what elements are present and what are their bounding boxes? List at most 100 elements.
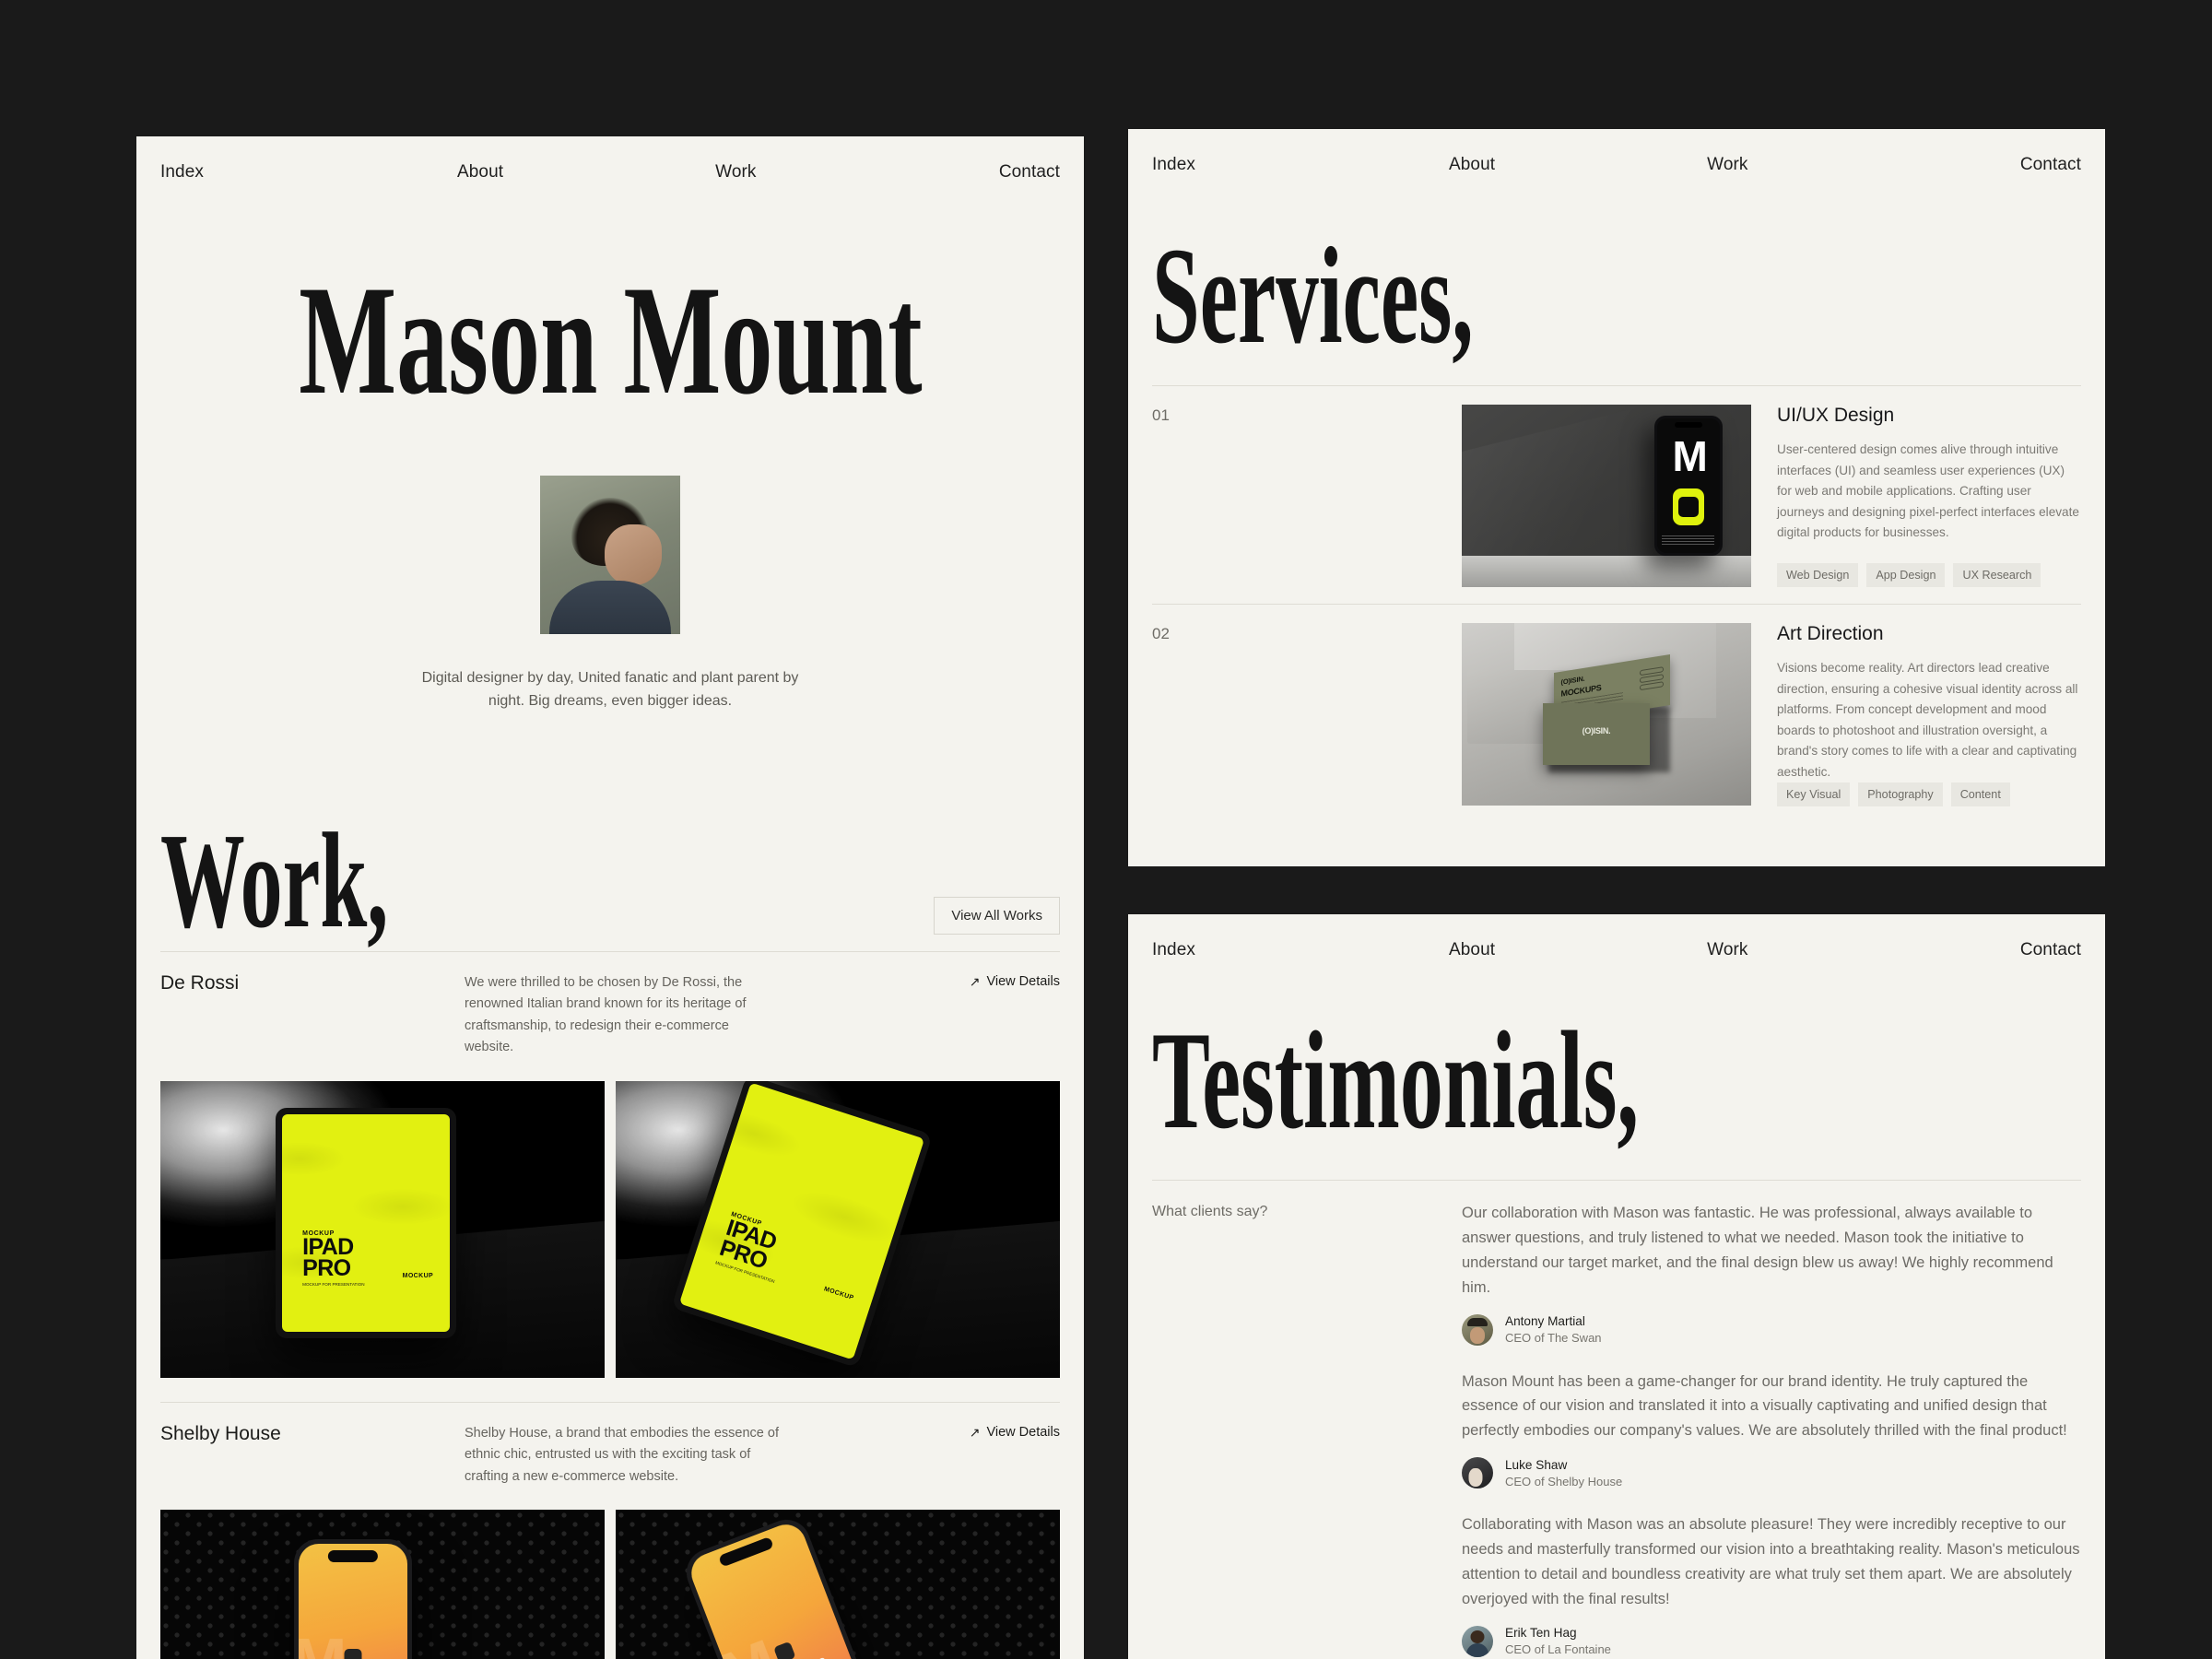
service-description: Visions become reality. Art directors le… (1777, 661, 2078, 779)
project-description: We were thrilled to be chosen by De Ross… (465, 974, 747, 1055)
index-nav: Index About Work Contact (136, 136, 1084, 208)
testimonial-author: Luke Shaw CEO of Shelby House (1462, 1457, 2081, 1489)
ipad-screen-label: MOCKUP IPAD PRO MOCKUP FOR PRESENTATION (714, 1211, 791, 1285)
services-heading-block: Services, (1128, 201, 2105, 385)
project-view-details-label: View Details (986, 1424, 1060, 1440)
project-images-shelby-house: M IPHONE 15 PRO MOCKUP MOCKUP M (136, 1488, 1084, 1659)
arrow-up-right-icon: ↗ (969, 1424, 981, 1440)
phone-caption-lines (1662, 535, 1715, 546)
ipad-screen: MOCKUP IPAD PRO MOCKUP FOR PRESENTATION … (282, 1113, 451, 1332)
concrete-ledge (1462, 556, 1751, 587)
project-view-details-label: View Details (986, 973, 1060, 989)
project-name: Shelby House (160, 1422, 281, 1444)
nav-item-work[interactable]: Work (1707, 940, 1747, 960)
nav-item-index[interactable]: Index (160, 162, 204, 182)
work-heading-block: Work, View All Works (136, 813, 1084, 951)
project-row-de-rossi: De Rossi We were thrilled to be chosen b… (136, 952, 1084, 1059)
testimonials-nav: Index About Work Contact (1128, 914, 2105, 986)
ipad-subtext: MOCKUP FOR PRESENTATION (302, 1282, 365, 1288)
logo-letter-m: M (1672, 432, 1707, 481)
service-title: Art Direction (1777, 623, 1884, 644)
ipad-screen-label: MOCKUP IPAD PRO MOCKUP FOR PRESENTATION (302, 1230, 364, 1288)
service-tag[interactable]: Content (1950, 782, 2010, 807)
testimonial-author-meta: Antony Martial CEO of The Swan (1505, 1314, 1602, 1345)
iphone-watermark: M (710, 1627, 785, 1659)
project-image-ipad-tilted[interactable]: MOCKUP IPAD PRO MOCKUP FOR PRESENTATION … (616, 1080, 1060, 1378)
service-media-boxes-on-stone[interactable]: (O)ISIN. MOCKUPS (O)ISIN. (1462, 623, 1751, 806)
service-title: UI/UX Design (1777, 405, 1895, 426)
avatar (1462, 1625, 1493, 1657)
service-tag[interactable]: Key Visual (1777, 782, 1851, 807)
iphone-watermark: M (299, 1625, 347, 1659)
nav-item-contact[interactable]: Contact (2020, 155, 2081, 175)
service-row-uiux-design: 01 M UI/UX Design User-centered design c… (1128, 386, 2105, 604)
service-tag[interactable]: Photography (1858, 782, 1943, 807)
project-view-details-link[interactable]: ↗ View Details (970, 1423, 1060, 1440)
testimonials-list: Our collaboration with Mason was fantast… (1462, 1201, 2081, 1659)
avatar (1462, 1313, 1493, 1346)
service-number: 01 (1152, 406, 1170, 424)
project-description: Shelby House, a brand that embodies the … (465, 1425, 779, 1484)
testimonial-author-name: Erik Ten Hag (1505, 1626, 1577, 1641)
hero-portrait-photo (540, 476, 680, 634)
iphone-notch (327, 1550, 378, 1563)
service-tag-list: Web Design App Design UX Research (1777, 563, 2081, 587)
nav-item-work[interactable]: Work (1707, 155, 1747, 175)
services-panel: Index About Work Contact Services, 01 M (1128, 129, 2105, 866)
service-tag-list: Key Visual Photography Content (1777, 782, 2081, 807)
project-view-details-link[interactable]: ↗ View Details (970, 972, 1060, 989)
testimonial-quote: Collaborating with Mason was an absolute… (1462, 1516, 2080, 1607)
testimonials-heading-block: Testimonials, (1128, 986, 2105, 1180)
testimonials-left-label: What clients say? (1152, 1204, 1268, 1219)
service-row-art-direction: 02 (O)ISIN. MOCKUPS (O)ISIN. Art Directi… (1128, 605, 2105, 823)
packaging-box-front: (O)ISIN. (1542, 703, 1651, 766)
portrait-face (604, 524, 662, 586)
testimonial-quote: Mason Mount has been a game-changer for … (1462, 1372, 2067, 1440)
services-heading: Services, (1152, 219, 1474, 372)
nav-item-about[interactable]: About (1449, 940, 1495, 960)
ipad-title-line2: PRO (302, 1255, 351, 1282)
view-all-works-button[interactable]: View All Works (934, 896, 1060, 935)
nav-item-contact[interactable]: Contact (2020, 940, 2081, 960)
project-name: De Rossi (160, 971, 240, 994)
service-tag[interactable]: UX Research (1953, 563, 2041, 587)
testimonial-author: Erik Ten Hag CEO of La Fontaine (1462, 1625, 2081, 1657)
nav-item-about[interactable]: About (457, 162, 503, 182)
nav-item-index[interactable]: Index (1152, 155, 1195, 175)
nav-item-index[interactable]: Index (1152, 940, 1195, 960)
testimonial-author-meta: Erik Ten Hag CEO of La Fontaine (1505, 1626, 1611, 1656)
hero-title: Mason Mount (298, 253, 923, 427)
portrait-body (549, 581, 671, 634)
ipad-brand-mark: MOCKUP (823, 1285, 855, 1301)
work-heading: Work, (160, 805, 389, 957)
nav-item-about[interactable]: About (1449, 155, 1495, 175)
testimonial-author-name: Luke Shaw (1505, 1457, 1568, 1472)
phone-mockup: M (1653, 415, 1723, 556)
screenshot-stage: Index About Work Contact Mason Mount Dig… (0, 0, 2212, 1659)
nav-item-contact[interactable]: Contact (999, 162, 1060, 182)
project-image-ipad-straight[interactable]: MOCKUP IPAD PRO MOCKUP FOR PRESENTATION … (160, 1080, 605, 1378)
service-number: 02 (1152, 625, 1170, 642)
logo-mark-accent (1672, 488, 1704, 525)
testimonial-author-role: CEO of La Fontaine (1505, 1642, 1611, 1657)
hero-bio-text: Digital designer by day, United fanatic … (421, 670, 799, 709)
phone-screen: M (1656, 418, 1720, 553)
testimonial-item: Collaborating with Mason was an absolute… (1462, 1512, 2081, 1657)
testimonial-author-role: CEO of Shelby House (1505, 1474, 1623, 1488)
project-image-iphone-tilted[interactable]: M IPHONE 15 PRO MOCKUP MOCKUP (616, 1509, 1060, 1659)
testimonial-author: Antony Martial CEO of The Swan (1462, 1313, 2081, 1346)
testimonial-author-name: Antony Martial (1505, 1314, 1585, 1329)
project-images-de-rossi: MOCKUP IPAD PRO MOCKUP FOR PRESENTATION … (136, 1059, 1084, 1378)
project-image-iphone-straight[interactable]: M IPHONE 15 PRO MOCKUP MOCKUP (160, 1509, 605, 1659)
service-tag[interactable]: Web Design (1777, 563, 1859, 587)
iphone-15-pro-mockup: M IPHONE 15 PRO MOCKUP MOCKUP (293, 1539, 412, 1659)
testimonial-author-meta: Luke Shaw CEO of Shelby House (1505, 1458, 1622, 1488)
index-panel: Index About Work Contact Mason Mount Dig… (136, 136, 1084, 1659)
service-media-phone-on-wall[interactable]: M (1462, 405, 1751, 587)
ipad-pro-mockup: MOCKUP IPAD PRO MOCKUP FOR PRESENTATION … (276, 1107, 457, 1338)
nav-item-work[interactable]: Work (715, 162, 756, 182)
app-icon (344, 1648, 362, 1659)
avatar (1462, 1457, 1493, 1489)
service-text-block: UI/UX Design User-centered design comes … (1751, 405, 2081, 587)
service-tag[interactable]: App Design (1866, 563, 1946, 587)
